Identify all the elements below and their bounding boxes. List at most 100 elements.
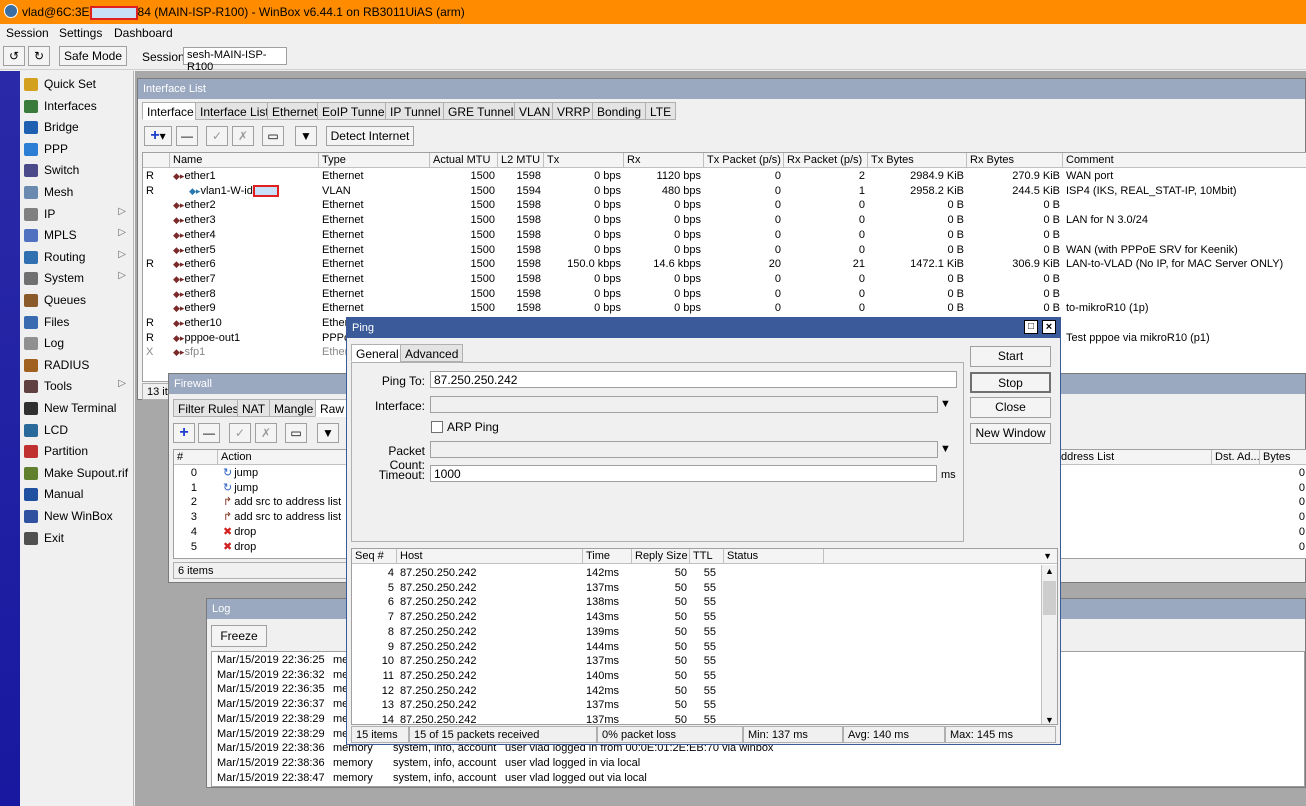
session-input[interactable]: sesh-MAIN-ISP-R100 xyxy=(183,47,287,73)
ping-result-row[interactable]: 6 87.250.250.242 138ms 50 55 xyxy=(352,595,1042,610)
undo-button[interactable]: ↺ xyxy=(3,46,25,66)
ping-result-row[interactable]: 7 87.250.250.242 143ms 50 55 xyxy=(352,610,1042,625)
timeout-input[interactable]: 1000 xyxy=(430,465,937,482)
redo-button[interactable]: ↻ xyxy=(28,46,50,66)
ping-tab-general[interactable]: General xyxy=(351,344,404,362)
column-header-host[interactable]: Host xyxy=(397,549,583,564)
fw-tab-raw[interactable]: Raw xyxy=(315,399,350,417)
log-row[interactable]: Mar/15/2019 22:38:47 memory system, info, … xyxy=(212,771,1304,786)
sidebar-item-bridge[interactable]: Bridge xyxy=(22,117,132,138)
column-header-actual-mtu[interactable]: Actual MTU xyxy=(430,153,498,168)
ping-result-row[interactable]: 14 87.250.250.242 137ms 50 55 xyxy=(352,713,1042,724)
table-row[interactable]: 5 ✖ drop xyxy=(174,540,350,555)
tab-interface[interactable]: Interface xyxy=(142,102,199,120)
arp-ping-checkbox[interactable] xyxy=(431,421,443,433)
tab-interface-list[interactable]: Interface List xyxy=(195,102,274,120)
column-header-num[interactable]: # xyxy=(174,450,218,465)
ping-result-row[interactable]: 9 87.250.250.242 144ms 50 55 xyxy=(352,640,1042,655)
sidebar-item-interfaces[interactable]: Interfaces xyxy=(22,96,132,117)
sidebar-item-system[interactable]: System ▷ xyxy=(22,268,132,289)
scroll-down-icon[interactable]: ▼ xyxy=(1045,715,1054,724)
ping-result-row[interactable]: 12 87.250.250.242 142ms 50 55 xyxy=(352,684,1042,699)
tab-vrrp[interactable]: VRRP xyxy=(552,102,596,120)
sidebar-item-mpls[interactable]: MPLS ▷ xyxy=(22,225,132,246)
fw-enable-button[interactable]: ✓ xyxy=(229,423,251,443)
table-row[interactable]: ◆▸ether4 Ethernet 1500 1598 0 bps 0 bps 0 0 0 B0… xyxy=(143,228,1306,243)
column-header-tx[interactable]: Tx xyxy=(544,153,624,168)
column-header-rx-packet-p-s-[interactable]: Rx Packet (p/s) xyxy=(784,153,868,168)
sidebar-item-routing[interactable]: Routing ▷ xyxy=(22,247,132,268)
sidebar-item-lcd[interactable]: LCD xyxy=(22,420,132,441)
column-header-comment[interactable]: Comment xyxy=(1063,153,1306,168)
column-header-bytes[interactable]: Bytes xyxy=(1260,450,1306,465)
packet-count-dropdown-icon[interactable]: ▼ xyxy=(940,443,951,455)
column-header-action[interactable]: Action xyxy=(218,450,350,465)
sidebar-item-make-supout-rif[interactable]: Make Supout.rif xyxy=(22,463,132,484)
column-header-ttl[interactable]: TTL xyxy=(690,549,724,564)
new-window-button[interactable]: New Window xyxy=(970,423,1051,444)
ping-to-input[interactable]: 87.250.250.242 xyxy=(430,371,957,388)
interface-list-title[interactable]: Interface List xyxy=(138,79,1305,99)
sidebar-item-new-winbox[interactable]: New WinBox xyxy=(22,506,132,527)
table-row[interactable]: ◆▸ether7 Ethernet 1500 1598 0 bps 0 bps 0 0 0 B0… xyxy=(143,272,1306,287)
table-row[interactable]: 0 ↻ jump xyxy=(174,466,350,481)
interface-dropdown-icon[interactable]: ▼ xyxy=(940,398,951,410)
fw-comment-button[interactable]: ▭ xyxy=(285,423,307,443)
sidebar-item-queues[interactable]: Queues xyxy=(22,290,132,311)
detect-internet-button[interactable]: Detect Internet xyxy=(326,126,414,146)
column-header-name[interactable]: Name xyxy=(170,153,319,168)
column-header-reply-size[interactable]: Reply Size xyxy=(632,549,690,564)
disable-button[interactable]: ✗ xyxy=(232,126,254,146)
fw-disable-button[interactable]: ✗ xyxy=(255,423,277,443)
sidebar-item-log[interactable]: Log xyxy=(22,333,132,354)
tab-bonding[interactable]: Bonding xyxy=(592,102,647,120)
sidebar-item-new-terminal[interactable]: New Terminal xyxy=(22,398,132,419)
ping-tab-advanced[interactable]: Advanced xyxy=(400,344,464,362)
column-header-address-list[interactable]: ddress List xyxy=(1058,450,1212,465)
ping-window[interactable]: Ping □ × General Advanced Ping To: 87.25… xyxy=(346,317,1061,745)
window-titlebar[interactable]: vlad@6C:3E 84 (MAIN-ISP-R100) - WinBox v6… xyxy=(0,0,1306,24)
column-header-tx-bytes[interactable]: Tx Bytes xyxy=(868,153,967,168)
filter-icon[interactable]: ▼ xyxy=(295,126,317,146)
tab-ip-tunnel[interactable]: IP Tunnel xyxy=(385,102,446,120)
tab-vlan[interactable]: VLAN xyxy=(514,102,556,120)
comment-button[interactable]: ▭ xyxy=(262,126,284,146)
sidebar-item-exit[interactable]: Exit xyxy=(22,528,132,549)
fw-tab-mangle[interactable]: Mangle xyxy=(269,399,319,417)
menu-settings[interactable]: Settings xyxy=(59,26,102,40)
ping-result-row[interactable]: 8 87.250.250.242 139ms 50 55 xyxy=(352,625,1042,640)
sidebar-item-ppp[interactable]: PPP xyxy=(22,139,132,160)
column-header-rx-bytes[interactable]: Rx Bytes xyxy=(967,153,1063,168)
sidebar-item-quick-set[interactable]: Quick Set xyxy=(22,74,132,95)
close-icon[interactable]: × xyxy=(1042,320,1056,334)
interface-select[interactable] xyxy=(430,396,938,413)
fw-tab-nat[interactable]: NAT xyxy=(237,399,271,417)
start-button[interactable]: Start xyxy=(970,346,1051,367)
table-row[interactable]: ◆▸ether9 Ethernet 1500 1598 0 bps 0 bps 0 0 0 B0… xyxy=(143,301,1306,316)
table-row[interactable]: R ◆▸ether1 Ethernet 1500 1598 0 bps 1120 bps 0 2… xyxy=(143,169,1306,184)
ping-title[interactable]: Ping □ × xyxy=(347,318,1060,338)
table-row[interactable]: 1 ↻ jump xyxy=(174,481,350,496)
table-row[interactable]: ◆▸ether8 Ethernet 1500 1598 0 bps 0 bps 0 0 0 B0… xyxy=(143,287,1306,302)
menu-dashboard[interactable]: Dashboard xyxy=(114,26,173,40)
sidebar-item-mesh[interactable]: Mesh xyxy=(22,182,132,203)
column-header-status[interactable]: Status xyxy=(724,549,824,564)
fw-remove-button[interactable]: — xyxy=(198,423,220,443)
sidebar-item-switch[interactable]: Switch xyxy=(22,160,132,181)
column-header-dst-address[interactable]: Dst. Ad... xyxy=(1212,450,1260,465)
fw-add-button[interactable]: + xyxy=(173,423,195,443)
menu-session[interactable]: Session xyxy=(6,26,49,40)
ping-result-row[interactable]: 11 87.250.250.242 140ms 50 55 xyxy=(352,669,1042,684)
scroll-up-icon[interactable]: ▲ xyxy=(1045,566,1054,576)
fw-tab-filter-rules[interactable]: Filter Rules xyxy=(173,399,244,417)
ping-result-row[interactable]: 5 87.250.250.242 137ms 50 55 xyxy=(352,581,1042,596)
column-header-tx-packet-p-s-[interactable]: Tx Packet (p/s) xyxy=(704,153,784,168)
sidebar-item-files[interactable]: Files xyxy=(22,312,132,333)
sidebar-item-radius[interactable]: RADIUS xyxy=(22,355,132,376)
packet-count-input[interactable] xyxy=(430,441,938,458)
table-row[interactable]: R ◆▸vlan1-W-id VLAN 1500 1594 0 bps 480 bps 0 1 2… xyxy=(143,184,1306,199)
fw-filter-icon[interactable]: ▼ xyxy=(317,423,339,443)
close-button[interactable]: Close xyxy=(970,397,1051,418)
tab-lte[interactable]: LTE xyxy=(645,102,677,120)
tab-eoip-tunnel[interactable]: EoIP Tunnel xyxy=(317,102,393,120)
